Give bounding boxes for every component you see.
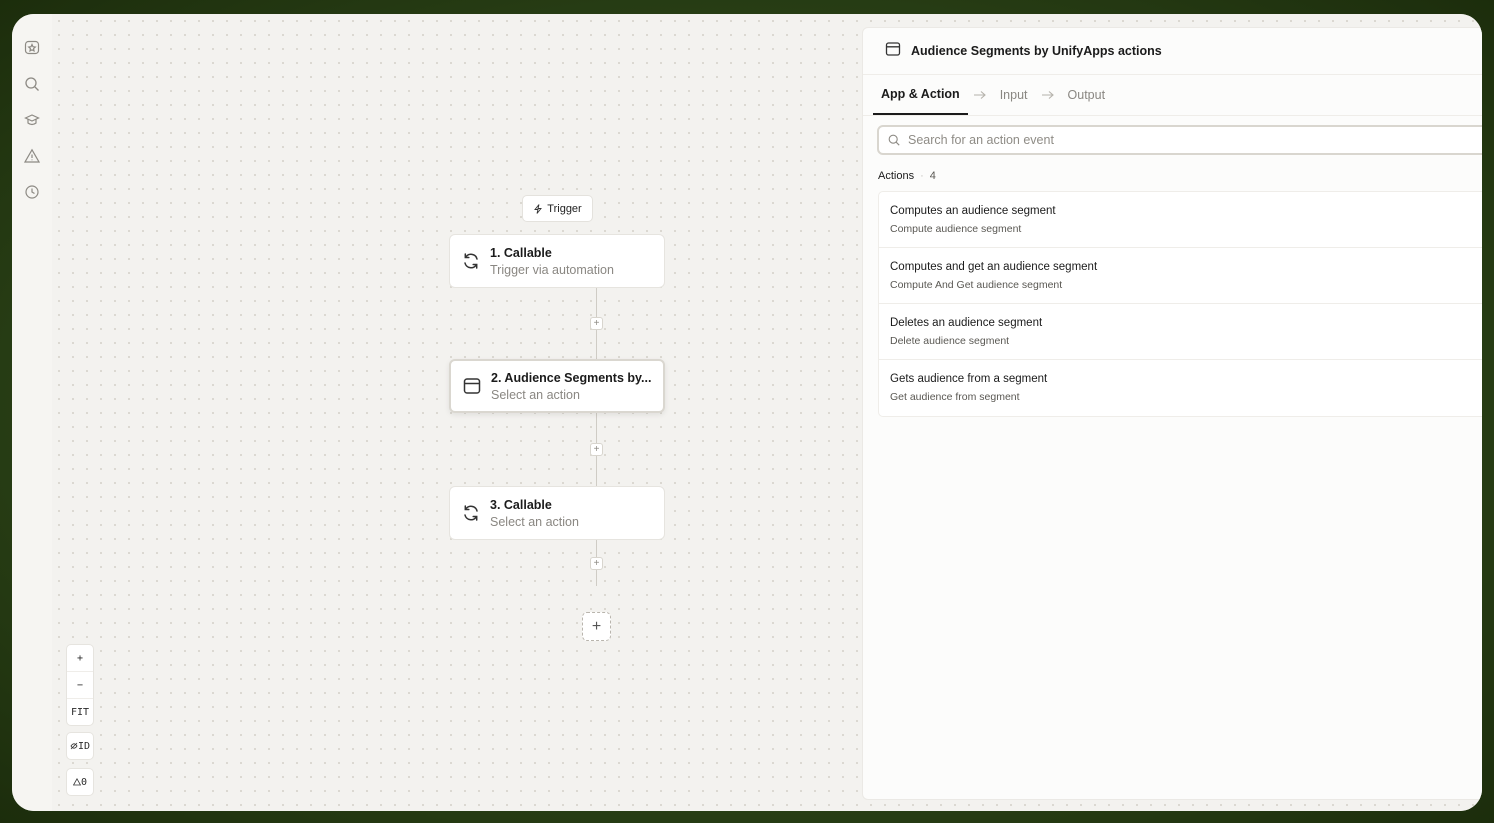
actions-label: Actions — [878, 170, 915, 182]
actions-header: Actions · 4 — [878, 170, 936, 182]
action-panel: Audience Segments by UnifyApps actions A… — [862, 27, 1482, 800]
separator-dot: · — [920, 170, 924, 182]
refresh-icon — [460, 250, 482, 272]
node-title: 1. Callable — [490, 245, 552, 260]
panel-tabs: App & Action Input Output — [863, 75, 1482, 116]
add-final-step-button[interactable]: + — [582, 612, 611, 641]
workflow-node-2[interactable]: 2. Audience Segments by... Select an act… — [449, 359, 665, 413]
action-description: Compute audience segment — [890, 222, 1022, 235]
action-search-input[interactable] — [906, 132, 1470, 148]
app-window: Trigger 1. Callable Trigger via automati… — [12, 14, 1482, 811]
warnings-button[interactable]: 0 — [67, 769, 93, 795]
warnings-control: 0 — [66, 768, 94, 796]
action-description: Delete audience segment — [890, 334, 1010, 347]
action-item[interactable]: Deletes an audience segment Delete audie… — [879, 304, 1482, 360]
action-title: Gets audience from a segment — [890, 373, 1048, 385]
refresh-icon — [460, 502, 482, 524]
id-toggle-button[interactable]: ID — [67, 733, 93, 759]
action-title: Computes and get an audience segment — [890, 260, 1098, 273]
node-title: 3. Callable — [490, 497, 552, 512]
add-step-button[interactable]: + — [590, 557, 603, 570]
connector-line — [596, 288, 597, 586]
panel-header: Audience Segments by UnifyApps actions — [863, 28, 1482, 75]
zoom-controls: + − FIT — [66, 644, 94, 726]
node-title: 2. Audience Segments by... — [491, 370, 652, 385]
warnings-count: 0 — [80, 776, 88, 788]
learn-icon[interactable] — [23, 111, 41, 129]
action-item[interactable]: Gets audience from a segment Get audienc… — [879, 360, 1482, 416]
actions-count: 4 — [929, 170, 936, 182]
node-subtitle: Select an action — [491, 387, 580, 402]
eye-off-icon — [70, 742, 78, 750]
arrow-right-icon — [972, 87, 988, 103]
fit-view-button[interactable]: FIT — [67, 699, 93, 725]
logo-icon[interactable] — [23, 39, 41, 57]
add-step-button[interactable]: + — [590, 443, 603, 456]
id-toggle-control: ID — [66, 732, 94, 760]
action-description: Compute And Get audience segment — [890, 278, 1063, 291]
history-icon[interactable] — [23, 183, 41, 201]
tab-input[interactable]: Input — [992, 75, 1036, 115]
add-step-button[interactable]: + — [590, 317, 603, 330]
trigger-badge[interactable]: Trigger — [522, 195, 593, 222]
panel-title: Audience Segments by UnifyApps actions — [911, 44, 1162, 58]
id-toggle-label: ID — [77, 740, 91, 752]
left-sidebar — [12, 14, 53, 811]
action-description: Get audience from segment — [890, 391, 1020, 403]
action-search-box — [877, 125, 1482, 155]
trigger-label: Trigger — [547, 202, 582, 215]
app-window-icon — [885, 41, 901, 62]
tab-app-action[interactable]: App & Action — [873, 75, 968, 115]
app-window-icon — [461, 375, 483, 397]
action-list: Computes an audience segment Compute aud… — [878, 191, 1482, 417]
arrow-right-icon — [1040, 87, 1056, 103]
action-item[interactable]: Computes and get an audience segment Com… — [879, 248, 1482, 304]
workflow-canvas[interactable]: Trigger 1. Callable Trigger via automati… — [52, 14, 1482, 811]
workflow-node-3[interactable]: 3. Callable Select an action — [449, 486, 665, 540]
lightning-icon — [534, 203, 543, 214]
action-title: Deletes an audience segment — [890, 316, 1043, 329]
warning-triangle-icon — [72, 778, 81, 786]
close-icon[interactable] — [1481, 42, 1482, 56]
warning-icon[interactable] — [23, 147, 41, 165]
zoom-out-button[interactable]: − — [67, 672, 93, 699]
action-item[interactable]: Computes an audience segment Compute aud… — [879, 192, 1482, 248]
search-icon[interactable] — [23, 75, 41, 93]
search-icon — [888, 134, 900, 146]
zoom-in-button[interactable]: + — [67, 645, 93, 672]
action-title: Computes an audience segment — [890, 204, 1056, 217]
workflow-node-1[interactable]: 1. Callable Trigger via automation — [449, 234, 665, 288]
node-subtitle: Trigger via automation — [490, 262, 614, 277]
node-subtitle: Select an action — [490, 514, 579, 529]
tab-output[interactable]: Output — [1060, 75, 1114, 115]
